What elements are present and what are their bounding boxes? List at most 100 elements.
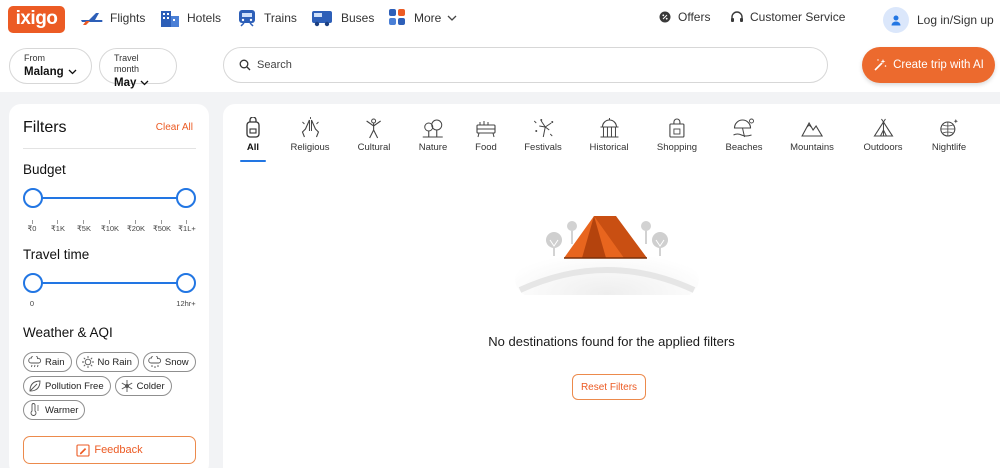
chip-label: Snow — [164, 356, 189, 368]
offer-tag-icon — [659, 11, 671, 23]
divider — [23, 148, 196, 149]
nav-flights[interactable]: Flights — [80, 6, 145, 30]
train-icon — [236, 8, 258, 28]
category-nightlife[interactable]: Nightlife — [932, 116, 966, 153]
customer-service-label: Customer Service — [750, 10, 846, 24]
category-label: Festivals — [524, 142, 562, 153]
budget-tick-label: ₹1K — [51, 224, 65, 233]
category-festivals[interactable]: Festivals — [524, 116, 562, 153]
chip-snow[interactable]: Snow — [142, 352, 196, 372]
travel-month-selector[interactable]: Travel month May — [99, 48, 177, 89]
category-label: Nightlife — [931, 142, 967, 153]
nav-more[interactable]: More — [388, 6, 457, 30]
dancer-icon — [363, 116, 385, 140]
feedback-button[interactable]: Feedback — [23, 436, 196, 464]
nav-label: Trains — [264, 11, 297, 25]
budget-tick-label: ₹0 — [27, 224, 37, 233]
nature-icon — [421, 116, 445, 140]
nav-label: Buses — [341, 11, 375, 25]
weather-title: Weather & AQI — [23, 325, 113, 340]
filters-title: Filters — [23, 119, 67, 136]
chevron-down-icon — [140, 80, 149, 86]
mountain-icon — [800, 116, 824, 140]
month-value-row: May — [114, 75, 162, 91]
customer-service-link[interactable]: Customer Service — [730, 10, 845, 24]
chip-colder[interactable]: Colder — [114, 376, 172, 396]
category-label: Outdoors — [863, 142, 903, 153]
hotel-icon — [159, 8, 181, 28]
nav-label: Hotels — [187, 11, 222, 25]
budget-slider[interactable] — [23, 188, 196, 208]
travel-time-slider[interactable] — [23, 273, 196, 293]
category-shopping[interactable]: Shopping — [657, 116, 697, 153]
from-value: Malang — [24, 66, 64, 78]
offers-link[interactable]: Offers — [659, 10, 710, 24]
headset-icon — [730, 10, 744, 24]
from-value-row: Malang — [24, 64, 77, 80]
grid-icon — [388, 8, 408, 28]
category-label: Cultural — [357, 142, 391, 153]
ixigo-logo[interactable]: ixigo — [8, 6, 65, 33]
category-food[interactable]: Food — [474, 116, 498, 153]
travel-time-min-handle[interactable] — [23, 273, 43, 293]
snowflake-icon — [121, 380, 133, 392]
chip-no-rain[interactable]: No Rain — [75, 352, 139, 372]
feedback-icon — [76, 443, 90, 457]
cta-label: Create trip with AI — [893, 59, 984, 71]
category-label: Mountains — [790, 142, 834, 153]
snow-icon — [148, 355, 161, 368]
category-mountains[interactable]: Mountains — [790, 116, 834, 153]
budget-track — [32, 197, 187, 199]
results-panel: All Religious Cultural Nature Food Festi… — [223, 104, 1000, 468]
category-beaches[interactable]: Beaches — [726, 116, 762, 153]
nav-buses[interactable]: Buses — [311, 6, 374, 30]
category-outdoors[interactable]: Outdoors — [863, 116, 903, 153]
chip-label: Colder — [136, 380, 165, 392]
travel-time-track — [32, 282, 187, 284]
beach-icon — [732, 116, 756, 140]
budget-min-handle[interactable] — [23, 188, 43, 208]
weather-chips: Rain No Rain Snow Pollution Free Colder … — [23, 352, 208, 420]
login-label: Log in/Sign up — [917, 13, 994, 27]
search-box[interactable] — [223, 47, 828, 83]
chip-warmer[interactable]: Warmer — [23, 400, 86, 420]
feedback-label: Feedback — [94, 444, 143, 456]
user-avatar-icon — [883, 7, 909, 33]
food-icon — [474, 116, 498, 140]
magic-wand-icon — [874, 59, 887, 71]
budget-tick-label: ₹20K — [126, 224, 146, 233]
category-historical[interactable]: Historical — [589, 116, 629, 153]
category-all[interactable]: All — [240, 116, 266, 162]
rain-icon — [28, 356, 42, 368]
disco-ball-icon — [937, 116, 961, 140]
bus-icon — [311, 8, 335, 28]
monument-icon — [597, 116, 621, 140]
fireworks-icon — [531, 116, 555, 140]
category-religious[interactable]: Religious — [290, 116, 330, 153]
create-trip-ai-button[interactable]: Create trip with AI — [862, 47, 995, 83]
clear-all-link[interactable]: Clear All — [156, 122, 193, 133]
from-label: From — [24, 53, 45, 63]
budget-ticks: ₹0 ₹1K ₹5K ₹10K ₹20K ₹50K ₹1L+ — [23, 220, 203, 244]
travel-time-max-handle[interactable] — [176, 273, 196, 293]
login-link[interactable]: Log in/Sign up — [883, 7, 994, 33]
travel-time-ticks: 0 12hr+ — [23, 299, 203, 319]
from-city-selector[interactable]: From Malang — [9, 48, 92, 84]
sun-icon — [81, 356, 94, 368]
category-label: All — [246, 142, 260, 153]
category-label: Religious — [290, 142, 330, 153]
travel-time-min-label: 0 — [29, 299, 35, 308]
reset-filters-button[interactable]: Reset Filters — [572, 374, 646, 400]
chip-pollution-free[interactable]: Pollution Free — [23, 376, 111, 396]
leaf-icon — [29, 380, 41, 392]
budget-tick-label: ₹1L+ — [178, 224, 196, 233]
nav-hotels[interactable]: Hotels — [159, 6, 221, 30]
budget-tick-label: ₹10K — [100, 224, 120, 233]
category-label: Shopping — [656, 142, 698, 153]
category-nature[interactable]: Nature — [419, 116, 447, 153]
search-input[interactable] — [257, 59, 757, 71]
category-cultural[interactable]: Cultural — [357, 116, 391, 153]
nav-trains[interactable]: Trains — [236, 6, 297, 30]
chip-rain[interactable]: Rain — [23, 352, 72, 372]
budget-max-handle[interactable] — [176, 188, 196, 208]
